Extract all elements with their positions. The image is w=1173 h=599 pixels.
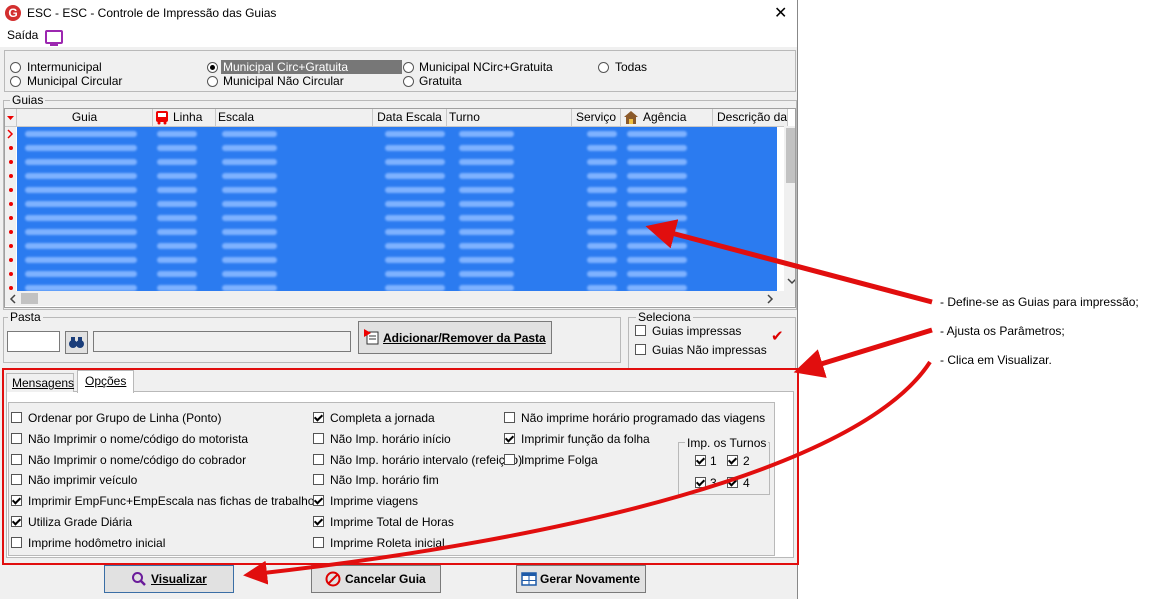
arrow-3: [243, 360, 932, 585]
arrow-1: [645, 219, 933, 305]
annotation-2: - Ajusta os Parâmetros;: [940, 324, 1065, 338]
annotation-3: - Clica em Visualizar.: [940, 353, 1052, 367]
annotation-1: - Define-se as Guias para impressão;: [940, 295, 1139, 309]
arrow-2: [793, 327, 933, 378]
